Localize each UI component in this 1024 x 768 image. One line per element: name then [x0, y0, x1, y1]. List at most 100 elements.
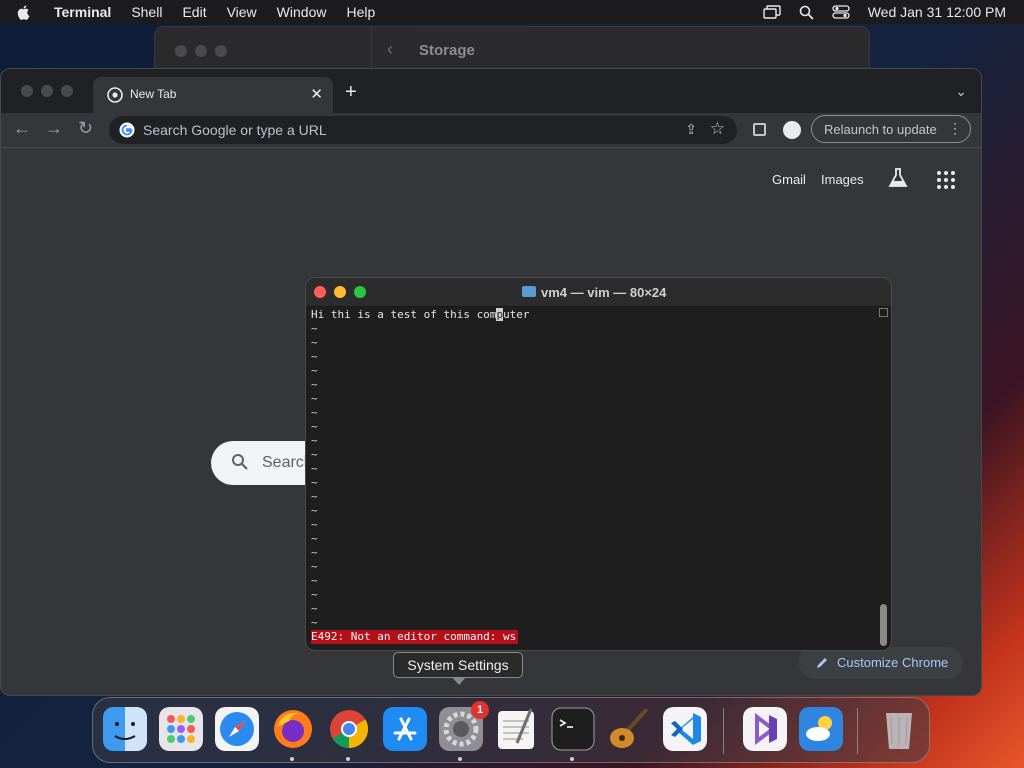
- vim-buffer[interactable]: Hi thi is a test of this computer ~ ~ ~ …: [311, 308, 876, 646]
- forward-arrow-icon[interactable]: →: [45, 118, 63, 139]
- share-icon[interactable]: ⇪: [685, 121, 697, 138]
- minimize-window-button[interactable]: [334, 286, 346, 298]
- vim-error-message: E492: Not an editor command: ws: [311, 630, 519, 644]
- customize-chrome-label: Customize Chrome: [837, 655, 949, 670]
- relaunch-to-update-button[interactable]: Relaunch to update ⋮: [811, 115, 971, 143]
- menu-app-name[interactable]: Terminal: [54, 4, 111, 20]
- back-arrow-icon[interactable]: ←: [13, 118, 31, 139]
- dock: 1: [92, 697, 930, 763]
- running-indicator: [290, 757, 294, 761]
- relaunch-label: Relaunch to update: [824, 122, 937, 137]
- scrollbar-thumb[interactable]: [880, 604, 887, 646]
- reload-icon[interactable]: ↻: [78, 118, 93, 139]
- firefox-icon[interactable]: [271, 707, 315, 751]
- vim-empty-line: ~: [311, 490, 318, 503]
- menu-window[interactable]: Window: [277, 4, 327, 20]
- chevron-left-icon[interactable]: ‹: [387, 39, 393, 60]
- weather-icon[interactable]: [799, 707, 843, 751]
- folder-icon: [522, 286, 536, 297]
- google-g-icon: [119, 122, 135, 138]
- terminal-icon[interactable]: [551, 707, 595, 751]
- vim-text-after-cursor: uter: [503, 308, 530, 321]
- storage-window: ‹ Storage: [154, 26, 870, 72]
- vim-empty-line: ~: [311, 504, 318, 517]
- vim-empty-line: ~: [311, 476, 318, 489]
- trash-icon[interactable]: [877, 707, 921, 751]
- vim-empty-line: ~: [311, 364, 318, 377]
- vim-empty-line: ~: [311, 574, 318, 587]
- control-center-icon[interactable]: [832, 5, 850, 19]
- screen-mirroring-icon[interactable]: [763, 5, 781, 19]
- safari-icon[interactable]: [215, 707, 259, 751]
- menu-edit[interactable]: Edit: [182, 4, 206, 20]
- finder-icon[interactable]: [103, 707, 147, 751]
- vim-empty-line: ~: [311, 532, 318, 545]
- storage-sidebar-divider: [371, 27, 372, 71]
- gmail-link[interactable]: Gmail: [772, 172, 806, 187]
- vim-empty-line: ~: [311, 434, 318, 447]
- apple-icon[interactable]: [16, 4, 32, 20]
- launchpad-icon[interactable]: [159, 707, 203, 751]
- running-indicator: [346, 757, 350, 761]
- vim-empty-line: ~: [311, 392, 318, 405]
- vim-empty-line: ~: [311, 336, 318, 349]
- images-link[interactable]: Images: [821, 172, 864, 187]
- vim-empty-line: ~: [311, 322, 318, 335]
- vim-empty-line: ~: [311, 560, 318, 573]
- tab-new-tab[interactable]: New Tab ✕: [93, 77, 333, 113]
- menu-help[interactable]: Help: [346, 4, 375, 20]
- omnibox[interactable]: Search Google or type a URL ⇪ ☆: [109, 116, 737, 144]
- app-store-icon[interactable]: [383, 707, 427, 751]
- menubar-clock[interactable]: Wed Jan 31 12:00 PM: [868, 4, 1006, 20]
- labs-flask-icon[interactable]: [887, 167, 909, 189]
- textedit-icon[interactable]: [495, 707, 539, 751]
- storage-window-title: Storage: [419, 42, 475, 59]
- menu-view[interactable]: View: [227, 4, 257, 20]
- vim-text-line: Hi thi is a test of this computer: [311, 308, 876, 322]
- notification-badge: 1: [471, 701, 489, 719]
- zoom-window-button[interactable]: [354, 286, 366, 298]
- scrollbar-top-marker: [879, 308, 888, 317]
- visual-studio-icon[interactable]: [743, 707, 787, 751]
- side-panel-icon[interactable]: [753, 123, 766, 136]
- new-tab-plus-icon[interactable]: +: [345, 81, 357, 104]
- running-indicator: [458, 757, 462, 761]
- vim-empty-line: ~: [311, 462, 318, 475]
- chrome-window-controls[interactable]: [21, 85, 73, 97]
- google-chrome-icon[interactable]: [327, 707, 371, 751]
- omnibox-placeholder: Search Google or type a URL: [143, 122, 327, 138]
- google-apps-grid-icon[interactable]: [937, 171, 955, 189]
- customize-chrome-button[interactable]: Customize Chrome: [799, 647, 963, 679]
- vim-empty-line: ~: [311, 448, 318, 461]
- terminal-title-bar[interactable]: vm4 — vim — 80×24: [306, 278, 891, 307]
- running-indicator: [570, 757, 574, 761]
- visual-studio-code-icon[interactable]: [663, 707, 707, 751]
- spotlight-search-icon[interactable]: [799, 5, 814, 20]
- tab-title: New Tab: [130, 87, 177, 101]
- terminal-scrollbar[interactable]: [879, 308, 889, 646]
- vim-empty-line: ~: [311, 616, 318, 629]
- dock-separator: [723, 708, 724, 754]
- close-window-button[interactable]: [314, 286, 326, 298]
- vim-empty-line: ~: [311, 588, 318, 601]
- chrome-toolbar: ← → ↻ Search Google or type a URL ⇪ ☆ Re…: [1, 113, 981, 147]
- toolbar-divider: [1, 147, 981, 148]
- profile-avatar-icon[interactable]: [783, 121, 801, 139]
- kebab-menu-icon[interactable]: ⋮: [948, 120, 962, 137]
- storage-window-controls[interactable]: [175, 45, 227, 57]
- garageband-icon[interactable]: [607, 707, 651, 751]
- tooltip-arrow: [452, 677, 466, 685]
- tab-close-icon[interactable]: ✕: [310, 85, 323, 103]
- terminal-window: vm4 — vim — 80×24 Hi thi is a test of th…: [305, 277, 892, 651]
- bookmark-star-icon[interactable]: ☆: [710, 119, 725, 139]
- vim-empty-line: ~: [311, 420, 318, 433]
- chrome-favicon-icon: [107, 87, 123, 103]
- menu-shell[interactable]: Shell: [131, 4, 162, 20]
- pencil-icon: [817, 658, 827, 668]
- dock-separator: [857, 708, 858, 754]
- vim-empty-line: ~: [311, 350, 318, 363]
- tab-search-chevron-icon[interactable]: ⌄: [955, 83, 967, 100]
- dock-tooltip-text: System Settings: [407, 657, 509, 673]
- menu-bar: Terminal Shell Edit View Window Help Wed…: [0, 0, 1024, 24]
- vim-text-before-cursor: Hi thi is a test of this com: [311, 308, 497, 321]
